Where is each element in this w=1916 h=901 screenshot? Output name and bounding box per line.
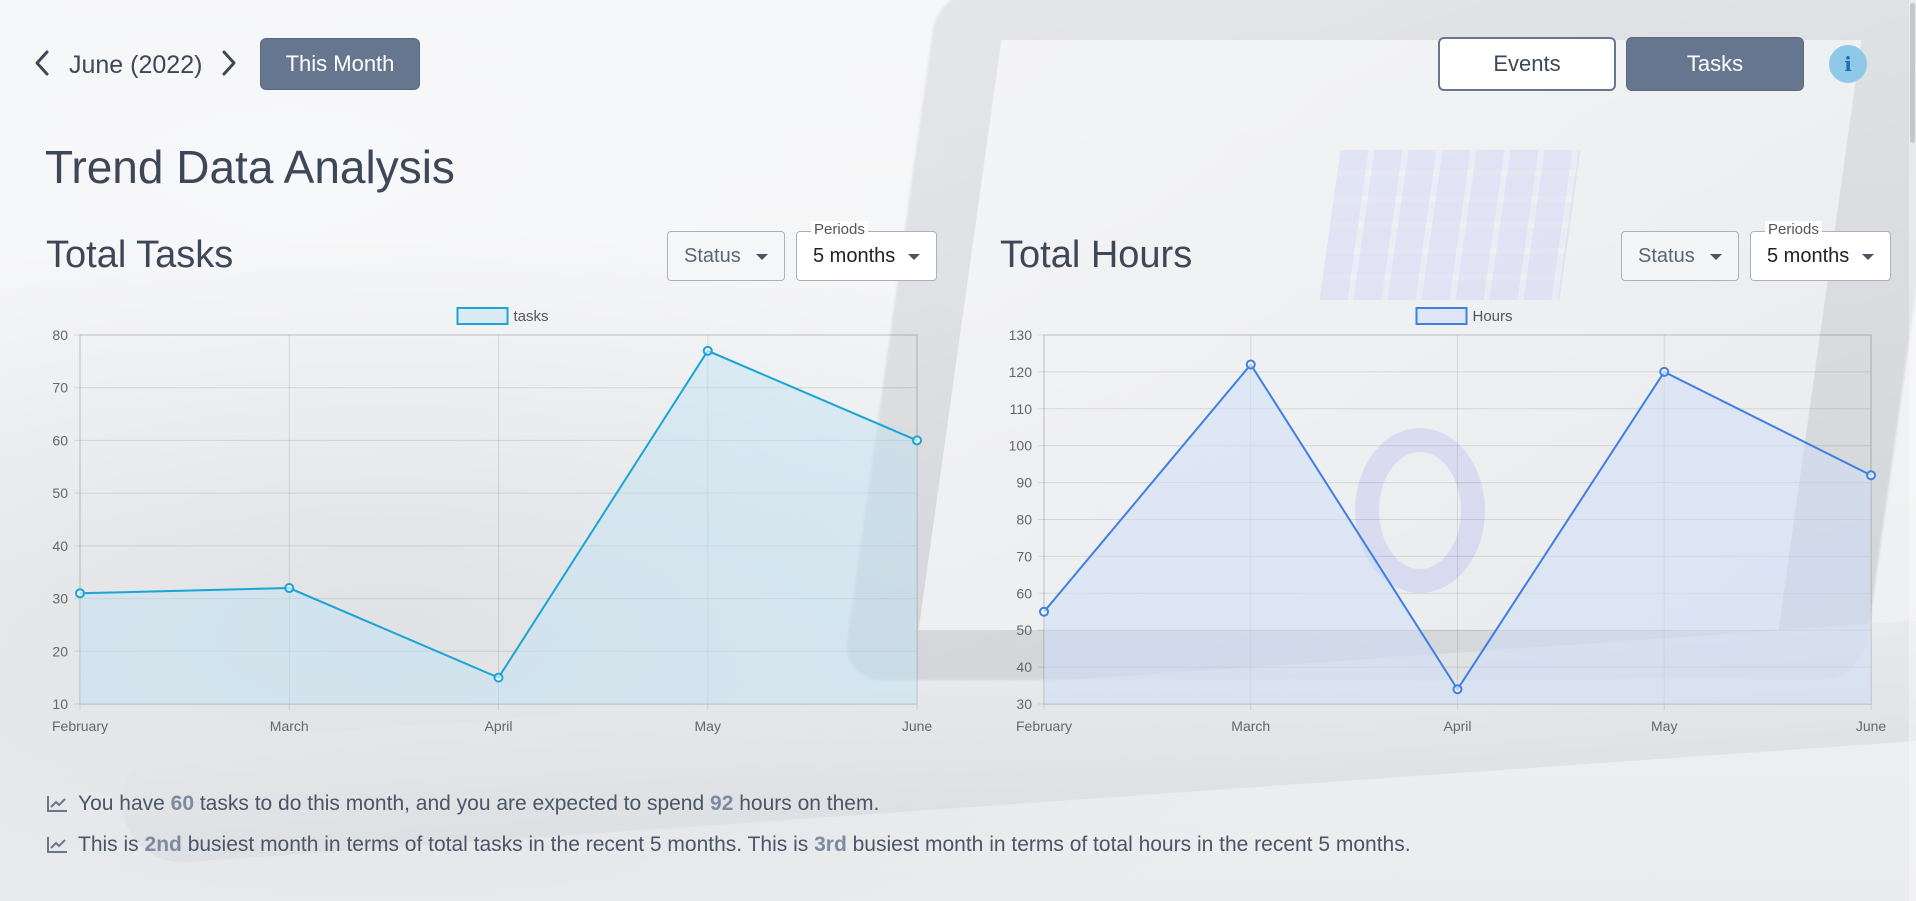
y-tick-label: 120	[1009, 364, 1033, 380]
y-tick-label: 110	[1010, 401, 1033, 417]
x-tick-label: February	[1016, 718, 1072, 734]
next-month-chevron-right-icon[interactable]	[218, 48, 240, 78]
y-tick-label: 30	[52, 591, 68, 607]
y-tick-label: 10	[52, 696, 68, 712]
hours-periods-legend: Periods	[1765, 221, 1822, 239]
hours-periods-value: 5 months	[1767, 244, 1850, 267]
data-point	[1866, 470, 1876, 481]
total-tasks-title: Total Tasks	[46, 234, 234, 276]
y-tick-label: 130	[1009, 327, 1033, 343]
x-tick-label: April	[484, 718, 512, 734]
legend-label: Hours	[1473, 308, 1513, 325]
x-tick-label: June	[1856, 718, 1887, 734]
tasks-periods-value: 5 months	[813, 244, 896, 267]
scrollbar-thumb[interactable]	[1910, 3, 1915, 143]
total-tasks-chart: 10 20 30 40 50 60 70 80 February March April May Jun…	[52, 307, 933, 734]
x-tick-label: June	[902, 718, 933, 734]
year: (2022)	[130, 51, 203, 79]
data-point	[284, 583, 295, 594]
data-point	[1039, 606, 1049, 617]
month-name: June	[69, 51, 124, 79]
y-tick-label: 70	[1016, 548, 1032, 564]
data-point	[1452, 684, 1463, 695]
hours-count: 92	[710, 792, 734, 815]
info-icon[interactable]: i	[1829, 45, 1867, 83]
summary-text: You have 60 tasks to do this month, and …	[78, 792, 880, 815]
summary-line-tasks-hours: You have 60 tasks to do this month, and …	[46, 792, 879, 816]
tasks-toggle-button[interactable]: Tasks	[1626, 37, 1804, 91]
trend-line-icon	[47, 796, 67, 812]
data-point	[1659, 366, 1670, 377]
total-hours-title: Total Hours	[1000, 234, 1193, 276]
tasks-status-label: Status	[684, 244, 741, 267]
data-point	[1245, 359, 1256, 370]
hours-status-dropdown[interactable]: Status	[1621, 231, 1739, 281]
y-tick-label: 70	[52, 380, 68, 396]
caret-down-icon	[1710, 254, 1722, 260]
current-month-label: June (2022)	[69, 48, 202, 82]
hours-rank: 3rd	[814, 833, 847, 856]
data-point	[493, 672, 504, 683]
y-tick-label: 40	[52, 538, 68, 554]
y-tick-label: 60	[1016, 585, 1032, 601]
trend-line-icon	[47, 837, 67, 853]
previous-month-chevron-left-icon[interactable]	[31, 48, 53, 78]
y-tick-label: 60	[52, 432, 68, 448]
y-tick-label: 50	[52, 485, 68, 501]
events-toggle-button[interactable]: Events	[1438, 37, 1616, 91]
x-tick-label: March	[1231, 718, 1270, 734]
tasks-status-dropdown[interactable]: Status	[667, 231, 785, 281]
caret-down-icon	[1862, 254, 1874, 260]
hours-status-label: Status	[1638, 244, 1695, 267]
page-scrollbar[interactable]	[1909, 0, 1916, 901]
total-hours-chart: 30 40 50 60 70 80 90 100 110 120 130 February March A…	[1009, 307, 1887, 734]
legend-swatch	[456, 307, 509, 325]
y-tick-label: 40	[1016, 659, 1032, 675]
x-tick-label: April	[1443, 718, 1471, 734]
y-tick-label: 90	[1016, 475, 1032, 491]
x-tick-label: February	[52, 718, 108, 734]
caret-down-icon	[756, 254, 768, 260]
tasks-rank: 2nd	[144, 833, 182, 856]
y-tick-label: 100	[1009, 438, 1033, 454]
x-tick-label: May	[1651, 718, 1677, 734]
tasks-periods-legend: Periods	[811, 221, 868, 239]
y-tick-label: 30	[1016, 696, 1032, 712]
hours-periods-dropdown[interactable]: Periods 5 months	[1750, 221, 1891, 281]
x-tick-label: May	[695, 718, 721, 734]
data-point	[75, 588, 85, 599]
this-month-button[interactable]: This Month	[260, 38, 420, 90]
y-tick-label: 80	[1016, 512, 1032, 528]
summary-line-ranking: This is 2nd busiest month in terms of to…	[46, 833, 1411, 857]
legend-label: tasks	[514, 308, 549, 325]
y-tick-label: 80	[52, 327, 68, 343]
trend-analysis-page: June (2022) This Month Events Tasks i Tr…	[0, 0, 1916, 901]
data-point	[912, 435, 922, 446]
data-point	[702, 345, 713, 356]
caret-down-icon	[908, 254, 920, 260]
page-title: Trend Data Analysis	[45, 141, 455, 193]
y-tick-label: 20	[52, 643, 68, 659]
x-tick-label: March	[270, 718, 309, 734]
tasks-periods-dropdown[interactable]: Periods 5 months	[796, 221, 937, 281]
legend-swatch	[1415, 307, 1468, 325]
tasks-count: 60	[170, 792, 195, 815]
summary-text: This is 2nd busiest month in terms of to…	[78, 833, 1411, 856]
y-tick-label: 50	[1016, 622, 1032, 638]
